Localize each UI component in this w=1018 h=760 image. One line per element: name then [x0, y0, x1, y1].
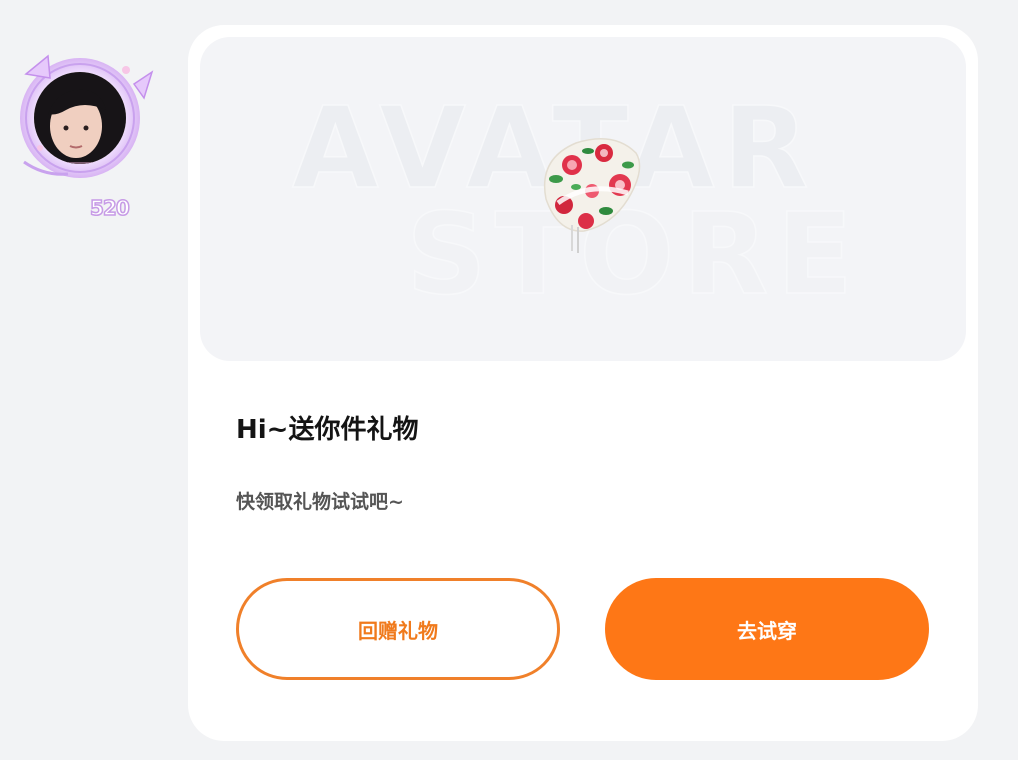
avatar[interactable]: 520 — [14, 44, 158, 221]
return-gift-button[interactable]: 回赠礼物 — [236, 578, 560, 680]
avatar-frame-icon — [20, 54, 154, 178]
gift-card: AVATAR STORE Hi~送你件礼物 快领取礼物试试吧~ 回赠礼物 去试穿 — [188, 25, 978, 741]
page: 520 AVATAR STORE Hi~送你件礼物 快领取礼物试试吧~ 回赠礼物… — [0, 0, 1018, 760]
floral-hat-icon — [543, 138, 641, 253]
return-gift-label: 回赠礼物 — [358, 618, 438, 643]
gift-subtitle: 快领取礼物试试吧~ — [236, 491, 404, 513]
try-on-label: 去试穿 — [737, 618, 797, 643]
try-on-button[interactable]: 去试穿 — [605, 578, 929, 680]
avatar-store-banner: AVATAR STORE — [200, 37, 966, 361]
frame-level-badge: 520 — [89, 195, 130, 221]
gift-title: Hi~送你件礼物 — [236, 415, 419, 445]
